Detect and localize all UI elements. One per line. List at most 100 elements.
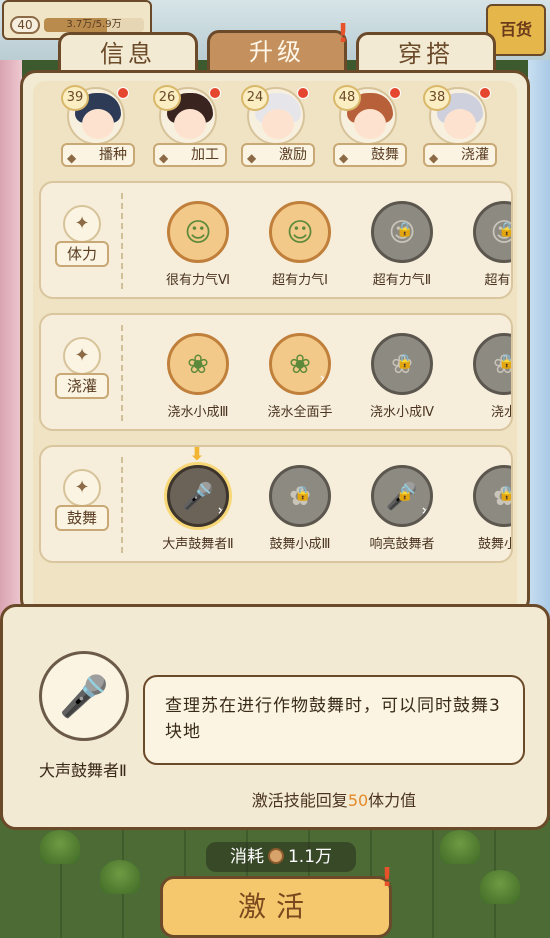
skill-node[interactable]: ❀ 浇水小成Ⅲ: [145, 333, 245, 423]
character-level-badge: 48: [333, 85, 361, 111]
divider: [121, 325, 123, 421]
skill-icon: ✿🔒: [473, 465, 511, 527]
skill-name: 超有力气Ⅰ: [272, 273, 328, 288]
lock-icon: 🔒: [396, 354, 414, 370]
tab-info[interactable]: 信息: [58, 32, 198, 74]
skill-category: ✦ 浇灌: [55, 337, 109, 407]
skill-icon: ❀×4: [269, 333, 331, 395]
skill-node[interactable]: ✿🔒 鼓舞小成: [451, 465, 511, 555]
notification-dot: [479, 87, 491, 99]
character-level-badge: 38: [423, 85, 451, 111]
skill-detail-panel: 🎤 大声鼓舞者Ⅱ 查理苏在进行作物鼓舞时，可以同时鼓舞3块地 激活技能回复50体…: [0, 604, 550, 830]
notification-dot: [389, 87, 401, 99]
megaphone-icon: ◆: [159, 151, 169, 165]
skill-category-label: 浇灌: [55, 373, 109, 399]
character-role-label: 激励: [279, 147, 307, 163]
skill-name: 超有力气Ⅱ: [372, 273, 432, 288]
upgrade-panel-inner: 39 ◆ 播种 26 ◆ 加工 24 ◆ 激励 48 ◆ 鼓舞 38 ◆ 浇灌 ✦ 体力 ☺ 很有力气Ⅵ ☺ 超有力气…: [33, 81, 517, 612]
tab-outfit[interactable]: 穿搭: [356, 32, 496, 74]
lock-icon: 🔒: [498, 222, 511, 238]
lock-icon: 🔒: [396, 486, 414, 502]
skill-icon: ☺: [167, 201, 229, 263]
character-role: ◆ 浇灌: [423, 143, 497, 167]
skill-name: 响亮鼓舞者: [369, 537, 435, 552]
skill-description: 查理苏在进行作物鼓舞时，可以同时鼓舞3块地: [143, 675, 525, 765]
skill-icon: 🎤🔒×4: [371, 465, 433, 527]
skill-node[interactable]: ❀ 🔒 浇水小成Ⅳ: [349, 333, 449, 423]
character-face: [262, 109, 294, 139]
skill-name: 浇水: [490, 405, 511, 420]
character-role-label: 浇灌: [461, 147, 489, 163]
character-level-badge: 39: [61, 85, 89, 111]
skill-icon: ❀🔒: [371, 333, 433, 395]
skill-name: 很有力气Ⅵ: [166, 273, 230, 288]
character-role-label: 加工: [191, 147, 219, 163]
skill-row: ✦体力 ☺ 很有力气Ⅵ ☺ 超有力气Ⅰ ☺🔒 超有力气Ⅱ ☺🔒 超有力: [39, 181, 513, 299]
skill-node[interactable]: ❀×4 浇水全面手: [247, 333, 347, 423]
character-card[interactable]: 24 ◆ 激励: [241, 85, 315, 171]
skill-icon: ☺🔒: [473, 201, 511, 263]
encourage-icon: ◆: [247, 151, 257, 165]
character-face: [444, 109, 476, 139]
skill-icon: ☺: [269, 201, 331, 263]
skill-name: 鼓舞小成: [477, 537, 511, 552]
skill-glyph: ☺: [184, 218, 212, 248]
background-building-left: [0, 60, 22, 620]
upgrade-panel: 39 ◆ 播种 26 ◆ 加工 24 ◆ 激励 48 ◆ 鼓舞 38 ◆ 浇灌 ✦ 体力 ☺ 很有力气Ⅵ ☺ 超有力气…: [20, 70, 530, 615]
activation-cost: 消耗 1.1万: [206, 842, 356, 872]
character-card[interactable]: 48 ◆ 鼓舞: [333, 85, 407, 171]
skill-node[interactable]: ☺🔒 超有力: [451, 201, 511, 291]
notification-dot: [209, 87, 221, 99]
crop-plant: [40, 830, 80, 864]
skill-node[interactable]: ✿ 🔒 鼓舞小成Ⅲ: [247, 465, 347, 555]
character-role: ◆ 播种: [61, 143, 135, 167]
skill-node[interactable]: ☺ 🔒 超有力气Ⅱ: [349, 201, 449, 291]
skill-detail-name: 大声鼓舞者Ⅱ: [39, 761, 127, 780]
character-role-label: 鼓舞: [371, 147, 399, 163]
notification-dot: [117, 87, 129, 99]
restore-suffix: 体力值: [368, 791, 417, 810]
character-card[interactable]: 38 ◆ 浇灌: [423, 85, 497, 171]
alert-exclamation-icon: !: [381, 863, 393, 893]
skill-icon: ❀: [167, 333, 229, 395]
character-face: [82, 109, 114, 139]
skill-name: 浇水小成Ⅲ: [167, 405, 229, 420]
skill-name: 浇水全面手: [267, 405, 333, 420]
skill-node[interactable]: ❀🔒 浇水: [451, 333, 511, 423]
character-role: ◆ 加工: [153, 143, 227, 167]
cost-label: 消耗: [229, 847, 264, 867]
sow-icon: ◆: [67, 151, 77, 165]
divider: [121, 193, 123, 289]
skill-node[interactable]: ☺ 超有力气Ⅰ: [247, 201, 347, 291]
watering-can-icon: ✦: [63, 337, 101, 375]
character-level-badge: 26: [153, 85, 181, 111]
crop-plant: [480, 870, 520, 904]
character-face: [354, 109, 386, 139]
skill-restore-text: 激活技能回复50体力值: [143, 787, 525, 811]
player-level-badge: 40: [10, 16, 40, 34]
skill-category: ✦ 体力: [55, 205, 109, 275]
lock-icon: 🔒: [294, 486, 312, 502]
selected-arrow-icon: ⬇: [188, 445, 206, 465]
skill-name: 超有力: [484, 273, 511, 288]
skill-node[interactable]: ⬇🎤×3 大声鼓舞者Ⅱ: [145, 447, 245, 555]
lock-icon: 🔒: [498, 486, 511, 502]
restore-prefix: 激活技能回复: [251, 791, 348, 810]
character-role: ◆ 激励: [241, 143, 315, 167]
skill-icon: ❀🔒: [473, 333, 511, 395]
character-face: [174, 109, 206, 139]
character-role-label: 播种: [99, 147, 127, 163]
skill-row: ✦鼓舞 ⬇🎤×3大声鼓舞者Ⅱ✿🔒鼓舞小成Ⅲ 🎤🔒×4 响亮鼓舞者 ✿🔒 鼓舞小成: [39, 445, 513, 563]
coin-icon: [267, 848, 284, 864]
crop-plant: [440, 830, 480, 864]
skill-node[interactable]: ☺ 很有力气Ⅵ: [145, 201, 245, 291]
alert-exclamation-icon: !: [337, 19, 349, 49]
character-card[interactable]: 26 ◆ 加工: [153, 85, 227, 171]
strength-icon: ✦: [63, 205, 101, 243]
skill-category: ✦ 鼓舞: [55, 469, 109, 539]
tab-upgrade[interactable]: 升级: [207, 30, 347, 74]
character-card[interactable]: 39 ◆ 播种: [61, 85, 135, 171]
skill-node[interactable]: 🎤🔒×4 响亮鼓舞者: [349, 465, 449, 555]
divider: [121, 457, 123, 553]
activate-button[interactable]: 激活: [160, 876, 392, 938]
